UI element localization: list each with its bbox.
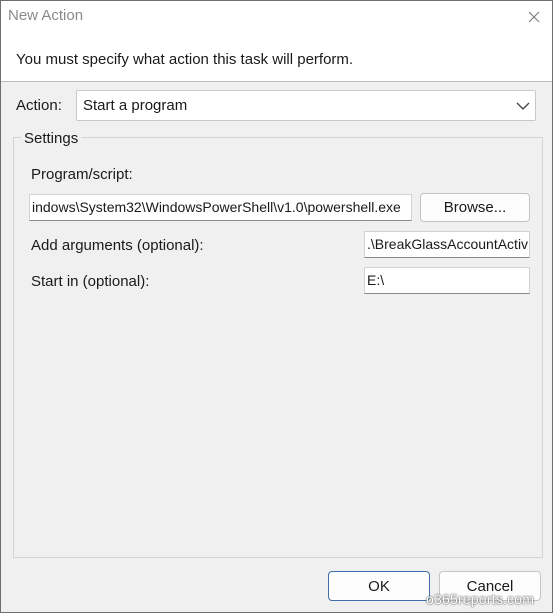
start-in-input[interactable]: E:\ [364, 267, 530, 294]
close-icon [528, 11, 540, 22]
close-button[interactable] [516, 1, 552, 32]
program-script-label: Program/script: [31, 166, 133, 183]
add-arguments-label: Add arguments (optional): [31, 237, 204, 254]
action-dropdown[interactable]: Start a program [76, 90, 536, 121]
chevron-down-icon [516, 102, 530, 110]
start-in-label: Start in (optional): [31, 273, 150, 290]
title-bar: New Action [1, 1, 552, 32]
window-title: New Action [8, 7, 84, 24]
add-arguments-input[interactable]: .\BreakGlassAccountActiv [364, 231, 530, 258]
program-script-input[interactable]: indows\System32\WindowsPowerShell\v1.0\p… [29, 194, 412, 221]
watermark: o365reports.com [426, 591, 535, 607]
settings-legend: Settings [21, 130, 82, 147]
action-label: Action: [16, 97, 62, 114]
action-selected-value: Start a program [83, 97, 188, 114]
browse-button[interactable]: Browse... [420, 193, 530, 222]
instruction-text: You must specify what action this task w… [16, 51, 354, 68]
new-action-dialog: New Action You must specify what action … [0, 0, 553, 613]
ok-button[interactable]: OK [328, 571, 430, 601]
instruction-banner: You must specify what action this task w… [1, 32, 552, 82]
